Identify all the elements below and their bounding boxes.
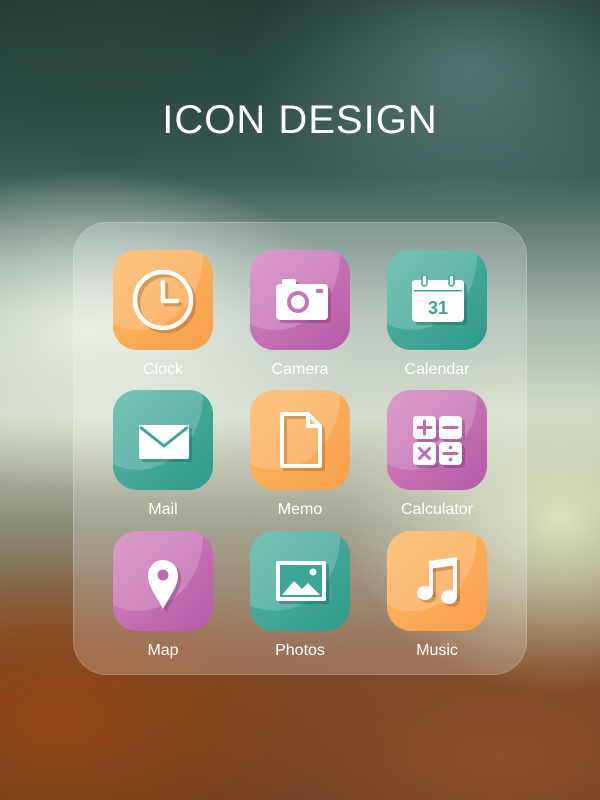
calendar-icon: 31 <box>387 250 487 350</box>
app-photos[interactable]: Photos <box>230 531 370 663</box>
app-clock[interactable]: Clock <box>93 250 233 382</box>
app-calculator[interactable]: Calculator <box>367 390 507 522</box>
calculator-icon <box>387 390 487 490</box>
app-mail[interactable]: Mail <box>93 390 233 522</box>
app-memo[interactable]: Memo <box>230 390 370 522</box>
map-pin-icon <box>113 531 213 631</box>
app-label: Music <box>416 642 458 659</box>
app-label: Clock <box>142 361 183 378</box>
calendar-day: 31 <box>428 298 448 318</box>
app-label: Calculator <box>400 501 474 518</box>
app-map[interactable]: Map <box>93 531 233 663</box>
app-label: Map <box>147 642 179 659</box>
camera-icon <box>250 250 350 350</box>
app-camera[interactable]: Camera <box>230 250 370 382</box>
app-calendar[interactable]: 31 Calendar <box>367 250 507 382</box>
clock-icon <box>113 250 213 350</box>
page-title: ICON DESIGN <box>162 98 438 142</box>
music-note-icon <box>387 531 487 631</box>
app-label: Memo <box>277 501 323 518</box>
app-label: Photos <box>275 642 325 659</box>
photos-icon <box>250 531 350 631</box>
app-label: Camera <box>271 361 329 378</box>
app-label: Mail <box>148 501 178 518</box>
memo-icon <box>250 390 350 490</box>
app-music[interactable]: Music <box>367 531 507 663</box>
mail-icon <box>113 390 213 490</box>
app-folder: Clock Camera 31 Calendar Mail Memo Calcu… <box>73 222 527 675</box>
app-label: Calendar <box>404 361 470 378</box>
